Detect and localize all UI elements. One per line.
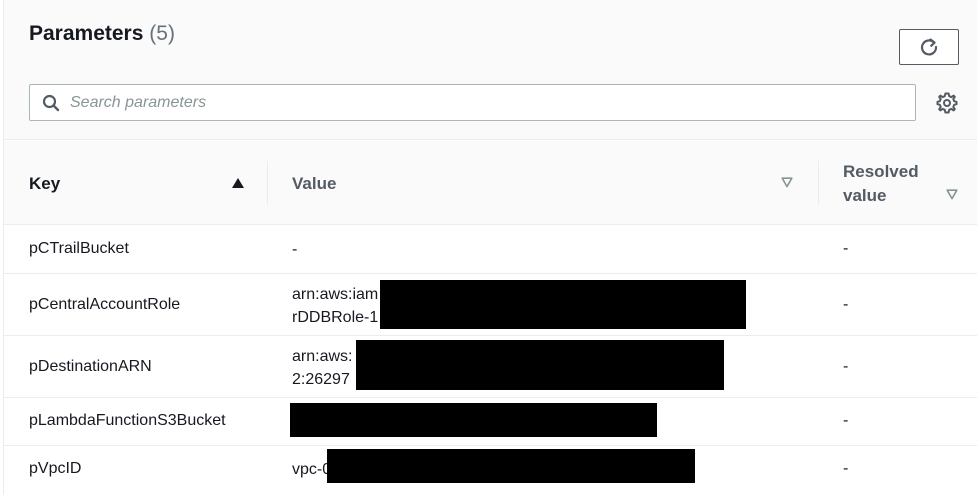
column-header-label: Value: [292, 174, 337, 193]
column-header-resolved-value[interactable]: Resolved value: [843, 141, 973, 225]
column-header-value[interactable]: Value: [292, 141, 812, 225]
param-value: -: [292, 241, 298, 258]
param-value: arn:aws:iam rDDBRole-1: [292, 283, 378, 329]
caret-down-outline-icon: [781, 177, 793, 188]
param-value-line: arn:aws:iam: [292, 286, 379, 303]
search-icon: [42, 94, 60, 112]
title-count: (5): [149, 22, 175, 45]
param-value-line: rDDBRole-1: [292, 309, 379, 326]
parameters-panel: Parameters (5) Key: [3, 0, 977, 495]
param-key: pCentralAccountRole: [29, 296, 181, 313]
column-header-key[interactable]: Key: [29, 141, 261, 225]
redaction-block: [327, 449, 695, 483]
table-row: pCentralAccountRole arn:aws:iam rDDBRole…: [4, 274, 977, 336]
table-row: pDestinationARN arn:aws: 2:26297 -: [4, 336, 977, 398]
param-resolved-value: -: [843, 296, 849, 313]
refresh-button[interactable]: [899, 29, 959, 65]
param-resolved-value: -: [843, 412, 849, 429]
page-title: Parameters (5): [29, 22, 175, 46]
redaction-block: [380, 280, 746, 329]
table-header: Key Value Resolved value: [4, 141, 977, 225]
param-resolved-value: -: [843, 358, 849, 375]
param-value-line: 2:26297: [292, 371, 350, 388]
title-text: Parameters: [29, 22, 144, 45]
column-divider[interactable]: [267, 161, 268, 205]
redaction-block: [356, 340, 724, 390]
caret-up-icon: [232, 178, 244, 188]
gear-icon[interactable]: [935, 91, 959, 115]
column-divider[interactable]: [818, 161, 819, 205]
redaction-block: [290, 403, 657, 437]
search-field[interactable]: [29, 84, 916, 121]
table-row: pVpcID vpc-0 -: [4, 446, 977, 495]
param-resolved-value: -: [843, 460, 849, 477]
column-header-label: Resolved value: [843, 162, 919, 205]
param-key: pVpcID: [29, 460, 82, 477]
param-resolved-value: -: [843, 240, 849, 257]
param-value-line: arn:aws:: [292, 348, 353, 365]
param-value: vpc-0: [292, 461, 332, 478]
param-key: pCTrailBucket: [29, 240, 129, 257]
param-value: arn:aws: 2:26297: [292, 345, 352, 391]
table-row: pLambdaFunctionS3Bucket -: [4, 398, 977, 446]
param-key: pDestinationARN: [29, 358, 152, 375]
refresh-icon: [920, 38, 938, 56]
column-header-label: Key: [29, 174, 61, 193]
caret-down-outline-icon: [946, 189, 958, 200]
search-input[interactable]: [70, 85, 900, 120]
table-row: pCTrailBucket - -: [4, 226, 977, 274]
param-key: pLambdaFunctionS3Bucket: [29, 412, 226, 429]
panel-header: Parameters (5): [4, 0, 977, 140]
